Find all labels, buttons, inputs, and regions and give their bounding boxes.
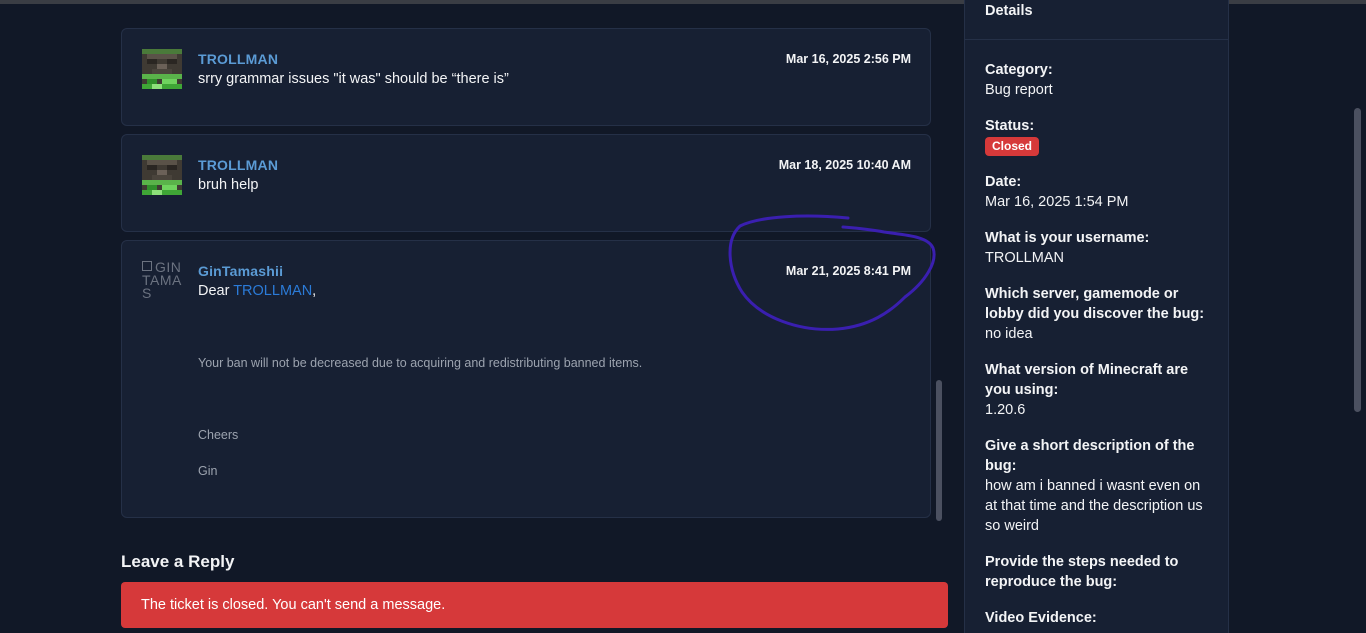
ticket-details-panel: Details Category: Bug report Status: Clo… bbox=[964, 0, 1229, 633]
messages-scrollbar-thumb[interactable] bbox=[936, 380, 942, 521]
detail-username: What is your username: TROLLMAN bbox=[985, 228, 1213, 268]
message-author[interactable]: TROLLMAN bbox=[198, 157, 278, 173]
status-badge: Closed bbox=[985, 137, 1040, 156]
user-avatar[interactable] bbox=[142, 49, 182, 89]
message-card: TROLLMAN Mar 18, 2025 10:40 AM bruh help bbox=[121, 134, 931, 232]
detail-value: no idea bbox=[985, 326, 1033, 342]
detail-label: Give a short description of the bug: bbox=[985, 438, 1195, 474]
message-timestamp: Mar 18, 2025 10:40 AM bbox=[778, 158, 911, 172]
message-author[interactable]: TROLLMAN bbox=[198, 51, 278, 67]
message-card: TROLLMAN Mar 16, 2025 2:56 PM srry gramm… bbox=[121, 28, 931, 126]
detail-date: Date: Mar 16, 2025 1:54 PM bbox=[985, 172, 1213, 212]
detail-label: Category: bbox=[985, 62, 1053, 78]
detail-label: Status: bbox=[985, 118, 1035, 134]
message-timestamp: Mar 16, 2025 2:56 PM bbox=[785, 52, 911, 66]
detail-label: Video Evidence: bbox=[985, 610, 1097, 626]
user-avatar[interactable] bbox=[142, 155, 182, 195]
message-greeting: Dear TROLLMAN, bbox=[198, 283, 316, 299]
detail-label: Date: bbox=[985, 174, 1022, 190]
detail-value: how am i banned i wasnt even on at that … bbox=[985, 478, 1203, 534]
detail-version: What version of Minecraft are you using:… bbox=[985, 360, 1213, 420]
message-paragraph: Cheers bbox=[198, 428, 239, 442]
broken-image-icon bbox=[142, 261, 152, 271]
message-text: bruh help bbox=[198, 177, 259, 193]
broken-avatar-image[interactable]: GINTAMAS bbox=[142, 261, 182, 301]
message-card-staff: GINTAMAS GinTamashii Mar 21, 2025 8:41 P… bbox=[121, 240, 931, 518]
details-header: Details bbox=[985, 3, 1033, 19]
detail-category: Category: Bug report bbox=[985, 60, 1213, 100]
detail-steps: Provide the steps needed to reproduce th… bbox=[985, 552, 1213, 592]
message-paragraph: Gin bbox=[198, 464, 218, 478]
detail-label: Which server, gamemode or lobby did you … bbox=[985, 286, 1205, 322]
reply-section-title: Leave a Reply bbox=[121, 552, 235, 571]
detail-value: Mar 16, 2025 1:54 PM bbox=[985, 194, 1129, 210]
greeting-suffix: , bbox=[312, 283, 317, 299]
detail-video: Video Evidence: bbox=[985, 608, 1213, 628]
detail-label: What is your username: bbox=[985, 230, 1150, 246]
detail-description: Give a short description of the bug: how… bbox=[985, 436, 1213, 536]
detail-label: Provide the steps needed to reproduce th… bbox=[985, 554, 1179, 590]
user-mention-link[interactable]: TROLLMAN bbox=[233, 283, 312, 299]
message-paragraph: Your ban will not be decreased due to ac… bbox=[198, 356, 643, 370]
page-scrollbar-thumb[interactable] bbox=[1354, 108, 1361, 412]
message-author[interactable]: GinTamashii bbox=[198, 263, 283, 279]
greeting-prefix: Dear bbox=[198, 283, 234, 299]
ticket-closed-alert: The ticket is closed. You can't send a m… bbox=[121, 582, 948, 628]
detail-label: What version of Minecraft are you using: bbox=[985, 362, 1189, 398]
detail-value: TROLLMAN bbox=[985, 250, 1064, 266]
detail-status: Status: Closed bbox=[985, 116, 1213, 156]
details-divider bbox=[965, 39, 1228, 40]
message-text: srry grammar issues "it was" should be “… bbox=[198, 71, 509, 87]
detail-value: 1.20.6 bbox=[985, 402, 1026, 418]
detail-server: Which server, gamemode or lobby did you … bbox=[985, 284, 1213, 344]
detail-value: Bug report bbox=[985, 82, 1053, 98]
message-timestamp: Mar 21, 2025 8:41 PM bbox=[785, 264, 911, 278]
